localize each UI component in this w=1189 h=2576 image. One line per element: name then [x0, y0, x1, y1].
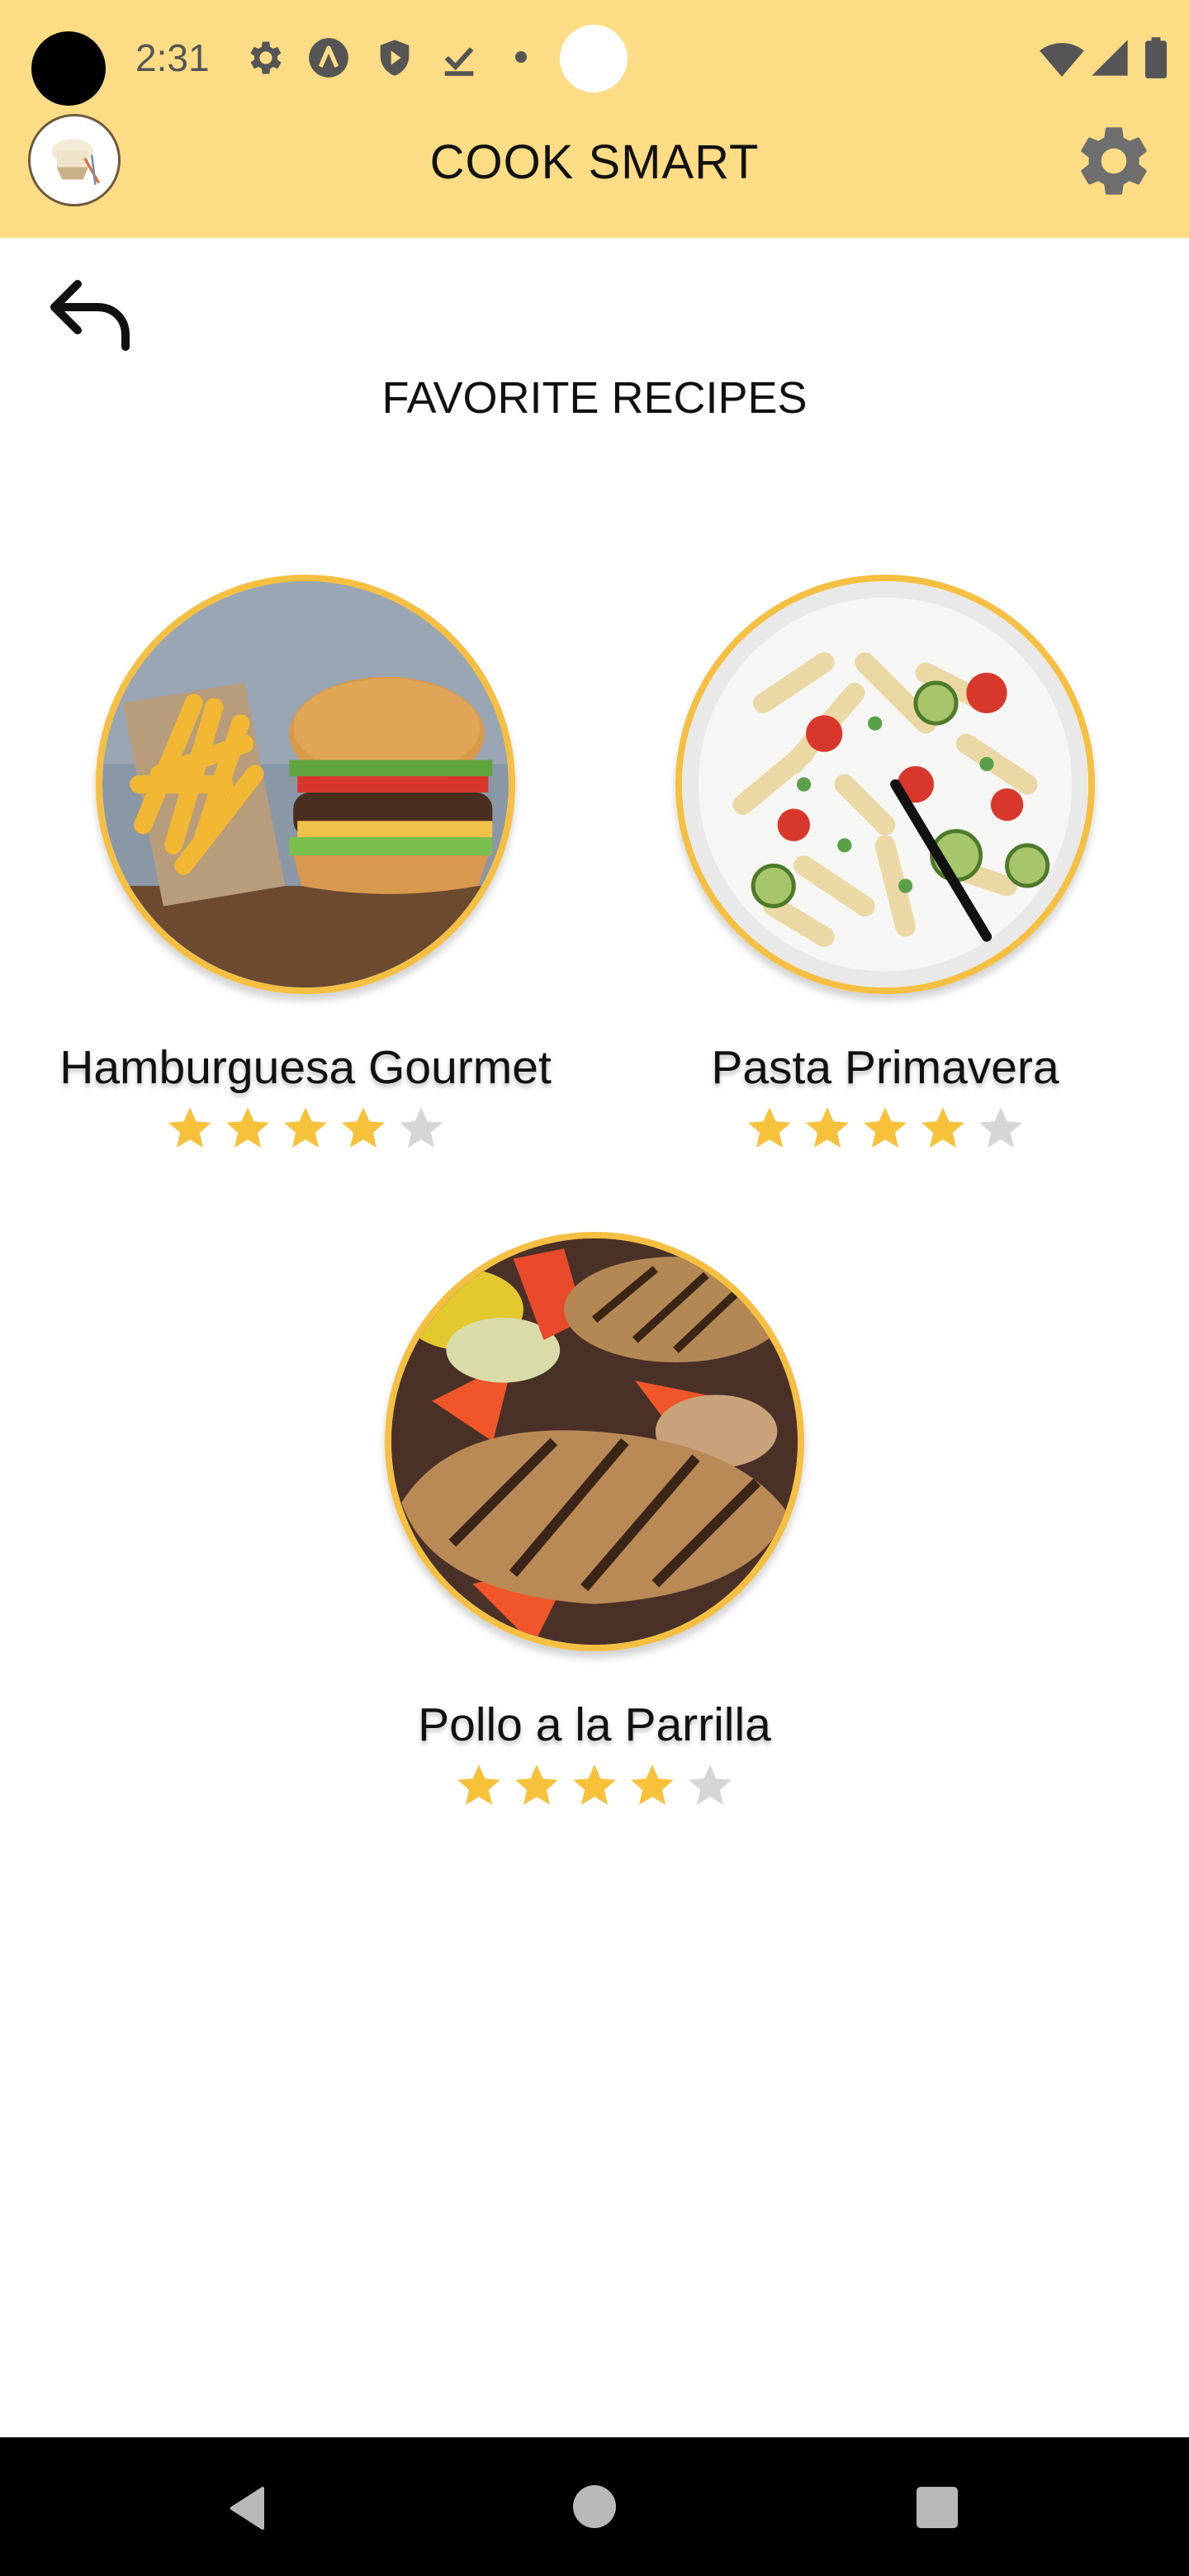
recipe-name: Pollo a la Parrilla — [418, 1698, 771, 1751]
recipe-card[interactable]: Hamburguesa Gourmet — [17, 575, 594, 1169]
recipe-name: Hamburguesa Gourmet — [59, 1041, 552, 1094]
app-title: COOK SMART — [429, 135, 760, 189]
star-filled-icon — [457, 1764, 500, 1805]
download-done-icon — [444, 47, 474, 76]
star-filled-icon — [284, 1107, 327, 1148]
star-filled-icon — [573, 1764, 616, 1805]
rating-stars — [306, 1760, 883, 1811]
recipe-card[interactable]: Pasta Primavera — [596, 575, 1174, 1169]
star-filled-icon — [631, 1764, 674, 1805]
wifi-icon — [1040, 43, 1084, 77]
app-header: 2:31 COOK SMART — [0, 0, 1189, 238]
star-filled-icon — [515, 1764, 558, 1805]
star-filled-icon — [864, 1107, 907, 1148]
star-empty-icon — [689, 1764, 732, 1805]
undo-arrow-icon[interactable] — [48, 277, 134, 353]
star-filled-icon — [806, 1107, 849, 1148]
burger-and-fries-photo[interactable] — [96, 575, 515, 994]
rating-stars — [596, 1103, 1174, 1154]
camera-cutout — [31, 31, 106, 106]
android-a-icon — [309, 38, 348, 78]
system-nav-bar — [0, 2437, 1189, 2576]
gear-icon[interactable] — [1072, 119, 1156, 203]
notification-dot — [515, 51, 527, 63]
settings-icon — [250, 41, 282, 74]
recipe-name: Pasta Primavera — [711, 1041, 1059, 1094]
star-filled-icon — [342, 1107, 385, 1148]
home-circle-icon[interactable] — [573, 2485, 616, 2528]
page-title: FAVORITE RECIPES — [381, 373, 808, 423]
battery-icon — [1145, 37, 1167, 78]
star-empty-icon — [400, 1107, 443, 1148]
star-filled-icon — [748, 1107, 791, 1148]
star-filled-icon — [921, 1107, 964, 1148]
grilled-chicken-photo[interactable] — [385, 1232, 804, 1651]
star-empty-icon — [979, 1107, 1022, 1148]
star-filled-icon — [226, 1107, 269, 1148]
rating-stars — [17, 1103, 594, 1154]
back-triangle-icon[interactable] — [223, 2482, 276, 2535]
pasta-salad-photo[interactable] — [675, 575, 1095, 994]
signal-icon — [1092, 40, 1128, 76]
status-time: 2:31 — [135, 36, 210, 79]
white-dot — [560, 25, 628, 92]
shield-icon — [380, 40, 410, 76]
recipe-card[interactable]: Pollo a la Parrilla — [306, 1232, 883, 1826]
status-bar: 2:31 — [0, 0, 1189, 116]
recents-square-icon[interactable] — [917, 2487, 958, 2528]
star-filled-icon — [168, 1107, 211, 1148]
